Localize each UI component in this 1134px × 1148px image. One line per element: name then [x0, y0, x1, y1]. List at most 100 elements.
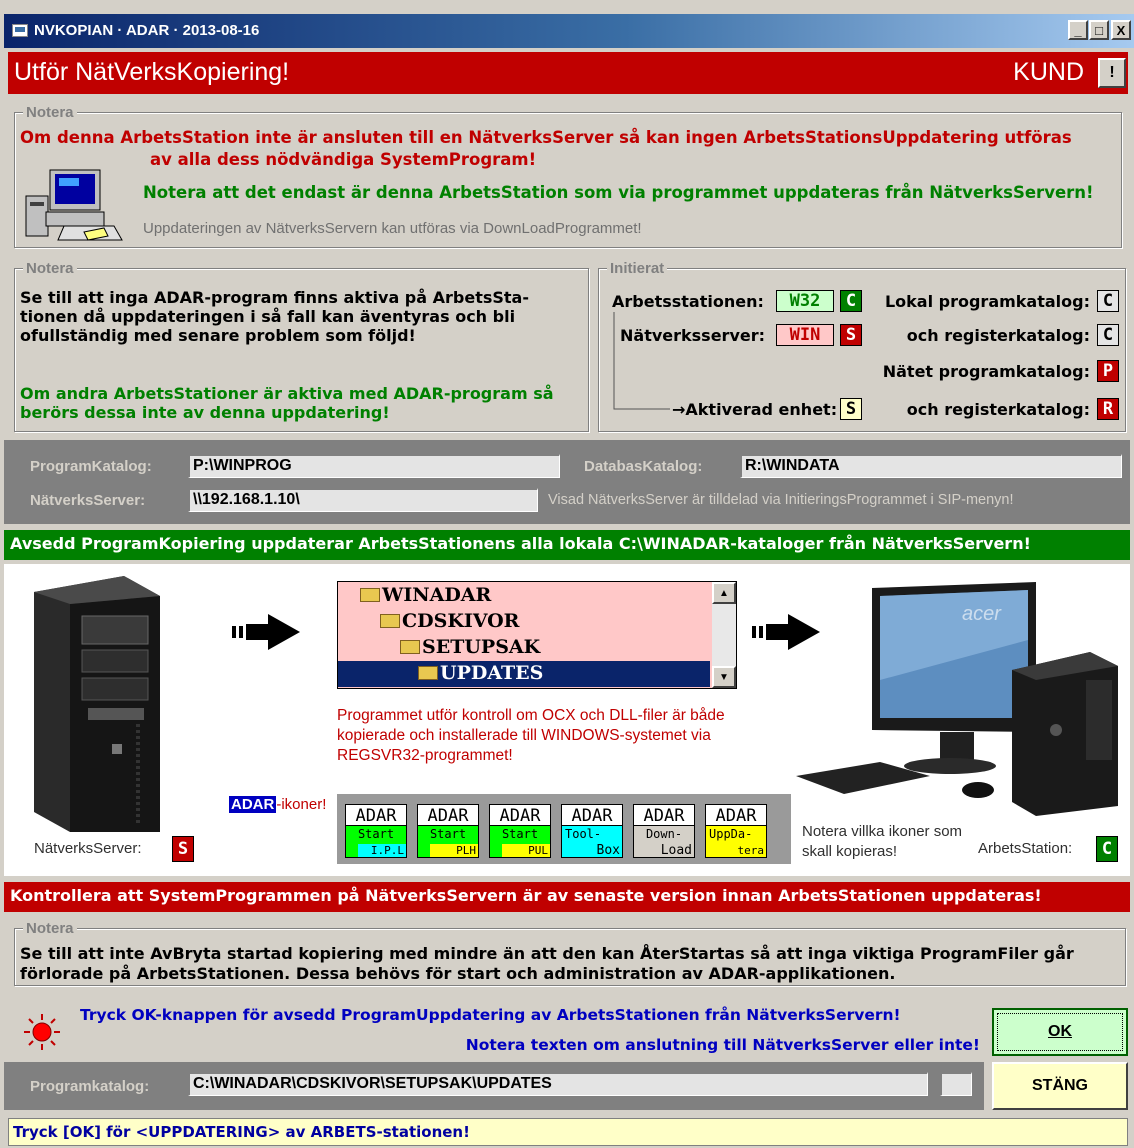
flag-button[interactable]: !: [1098, 58, 1126, 88]
action-prog-field[interactable]: C:\WINADAR\CDSKIVOR\SETUPSAK\UPDATES: [188, 1072, 928, 1096]
adar-icon-download[interactable]: ADAR Down- Load: [633, 804, 695, 858]
warning-light-icon: [24, 1014, 60, 1050]
adar-icon-top: ADAR: [489, 804, 551, 826]
adar-icons-strip: ADAR Start I.P.L ADAR Start PLH ADAR Sta…: [337, 794, 791, 864]
note2-text: Se till att inga ADAR-program finns akti…: [20, 288, 529, 345]
tree-item-label: WINADAR: [382, 584, 492, 606]
icons-note: Notera villka ikoner som skall kopieras!: [802, 823, 963, 860]
note3-legend: Notera: [23, 920, 77, 937]
adar-icon-top: ADAR: [633, 804, 695, 826]
title-bar[interactable]: NVKOPIAN · ADAR · 2013-08-16 _ □ X: [4, 14, 1134, 48]
tree-item-label: UPDATES: [440, 662, 544, 684]
status-bar: Tryck [OK] för <UPPDATERING> av ARBETS-s…: [8, 1118, 1128, 1146]
tree-item[interactable]: SETUPSAK: [400, 635, 540, 661]
adar-icon-line2: PLH: [430, 844, 478, 857]
server-caption: NätverksServer:: [34, 840, 142, 857]
adar-icon-top: ADAR: [705, 804, 767, 826]
adar-icon-line1: UppDa-: [709, 827, 753, 841]
tree-item-label: CDSKIVOR: [402, 610, 520, 632]
extra-field[interactable]: [940, 1072, 972, 1096]
prog-catalog-label: ProgramKatalog:: [30, 458, 152, 475]
ws-caption-letter: C: [1096, 836, 1118, 862]
ws-label: Arbetsstationen:: [612, 292, 764, 311]
adar-icon-line1: Tool-: [565, 827, 602, 841]
net-prog-value: P: [1097, 360, 1119, 382]
action-line1: Tryck OK-knappen för avsedd ProgramUppda…: [80, 1006, 901, 1024]
note1-line4: Uppdateringen av NätverksServern kan utf…: [143, 220, 642, 237]
adar-tag: ADAR: [229, 796, 277, 813]
initierat-legend: Initierat: [607, 260, 668, 277]
server-field[interactable]: \\192.168.1.10\: [188, 488, 538, 512]
ns-label: Nätverksserver:: [620, 326, 766, 345]
local-reg-label: och registerkatalog:: [906, 326, 1090, 345]
folder-icon: [400, 640, 420, 654]
close-dialog-button[interactable]: STÄNG: [992, 1062, 1128, 1110]
check-info-text: Programmet utför kontroll om OCX och DLL…: [337, 707, 725, 764]
local-prog-value: C: [1097, 290, 1119, 312]
adar-icon-line2: PUL: [502, 844, 550, 857]
local-reg-value: C: [1097, 324, 1119, 346]
app-icon: [12, 24, 28, 37]
main-window: NVKOPIAN · ADAR · 2013-08-16 _ □ X Utför…: [0, 0, 1134, 1148]
svg-text:acer: acer: [962, 603, 1002, 625]
header-title: Utför NätVerksKopiering!: [14, 58, 290, 86]
note3-text: Se till att inte AvBryta startad kopieri…: [20, 944, 1074, 983]
server-letter: S: [172, 836, 194, 862]
note2-legend: Notera: [23, 260, 77, 277]
ws-caption: ArbetsStation:: [978, 840, 1073, 857]
info-banner: Avsedd ProgramKopiering uppdaterar Arbet…: [4, 530, 1130, 560]
adar-icon-line2: I.P.L: [358, 844, 406, 857]
header-bar: Utför NätVerksKopiering! KUND !: [8, 52, 1128, 94]
scroll-up-button[interactable]: ▲: [712, 582, 736, 604]
minimize-button[interactable]: _: [1068, 20, 1088, 40]
folder-icon: [380, 614, 400, 628]
folder-icon: [360, 588, 380, 602]
tree-scrollbar[interactable]: ▲ ▼: [712, 582, 736, 688]
device-label: →Aktiverad enhet:: [672, 400, 838, 419]
net-reg-label: och registerkatalog:: [906, 400, 1090, 419]
adar-icon-toolbox[interactable]: ADAR Tool- Box: [561, 804, 623, 858]
ws-value: W32: [776, 290, 834, 312]
tree-item-label: SETUPSAK: [422, 636, 541, 658]
note1-line2: av alla dess nödvändiga SystemProgram!: [150, 150, 537, 169]
scroll-down-button[interactable]: ▼: [712, 666, 736, 688]
path-section: [4, 440, 1130, 524]
adar-icon-line2: Load: [646, 844, 694, 857]
ws-letter: C: [840, 290, 862, 312]
tree-item-selected[interactable]: UPDATES: [338, 661, 710, 687]
customer-label: KUND: [1013, 58, 1084, 86]
folder-tree[interactable]: WINADAR CDSKIVOR SETUPSAK UPDATES ▲ ▼: [337, 581, 737, 689]
tree-item[interactable]: CDSKIVOR: [380, 609, 519, 635]
ns-value: WIN: [776, 324, 834, 346]
ns-letter: S: [840, 324, 862, 346]
action-line2: Notera texten om anslutning till Nätverk…: [465, 1036, 980, 1054]
adar-icon-start-plh[interactable]: ADAR Start PLH: [417, 804, 479, 858]
adar-icon-top: ADAR: [417, 804, 479, 826]
adar-icon-top: ADAR: [345, 804, 407, 826]
adar-icon-line1: Start: [429, 827, 467, 841]
arrow-right-icon: [232, 614, 300, 650]
adar-icon-start-pul[interactable]: ADAR Start PUL: [489, 804, 551, 858]
tree-item[interactable]: WINADAR: [360, 583, 491, 609]
window-title: NVKOPIAN · ADAR · 2013-08-16: [34, 22, 260, 39]
db-catalog-label: DatabasKatalog:: [584, 458, 703, 475]
warning-banner: Kontrollera att SystemProgrammen på Nätv…: [4, 882, 1130, 912]
db-catalog-field[interactable]: R:\WINDATA: [740, 454, 1122, 478]
server-tower-image: [34, 576, 160, 832]
close-button[interactable]: X: [1111, 20, 1131, 40]
server-label: NätverksServer:: [30, 492, 146, 509]
folder-icon: [418, 666, 438, 680]
note1-legend: Notera: [23, 104, 77, 121]
adar-icon-line1: Start: [357, 827, 395, 841]
adar-icons-suffix: -ikoner!: [276, 796, 327, 813]
ok-button[interactable]: OK: [992, 1008, 1128, 1056]
maximize-button[interactable]: □: [1089, 20, 1109, 40]
note1-line3: Notera att det endast är denna ArbetsSta…: [143, 183, 1094, 202]
adar-icon-uppdatera[interactable]: ADAR UppDa- tera: [705, 804, 767, 858]
computer-icon: [25, 169, 123, 241]
net-reg-value: R: [1097, 398, 1119, 420]
prog-catalog-field[interactable]: P:\WINPROG: [188, 454, 560, 478]
adar-icon-start-ipl[interactable]: ADAR Start I.P.L: [345, 804, 407, 858]
adar-icon-top: ADAR: [561, 804, 623, 826]
adar-icons-label: ADAR -ikoner!: [229, 796, 326, 813]
